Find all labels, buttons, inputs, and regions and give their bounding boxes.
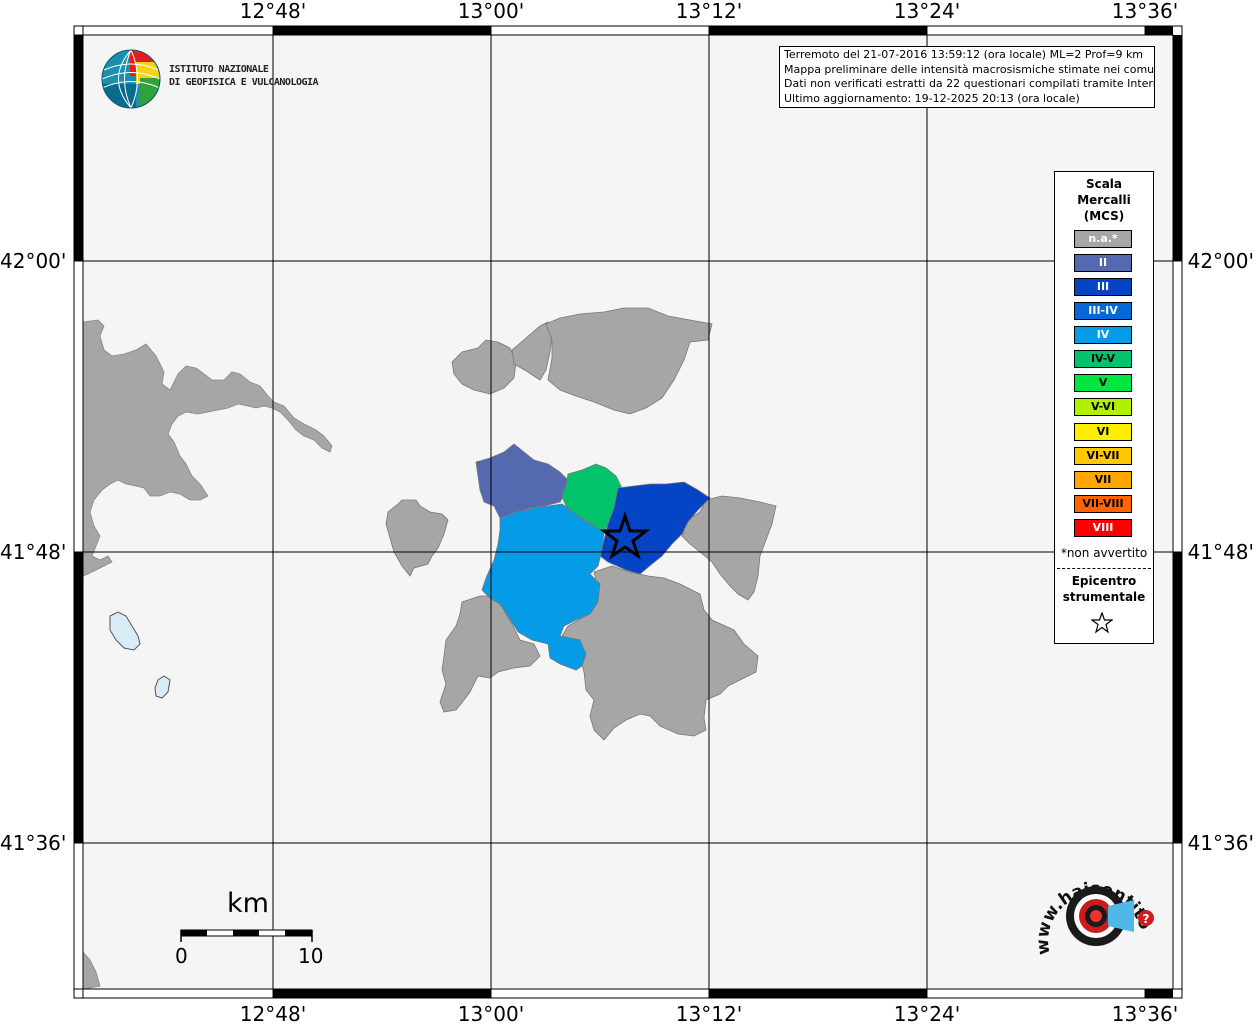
agency-line-2: DI GEOFISICA E VULCANOLOGIA [169,77,319,88]
event-info-line-1: Terremoto del 21-07-2016 13:59:12 (ora l… [784,48,1144,61]
ingv-globe-icon [101,49,161,109]
lon-tick-top-2: 13°00' [457,0,525,23]
lon-tick-bottom-2: 13°00' [457,1002,525,1026]
legend-item-VII-VIII: VII-VIII [1074,495,1132,513]
lon-tick-top-4: 13°24' [893,0,961,23]
legend-item-III: III [1074,278,1132,296]
scale-max-label: 10 [298,944,324,968]
lon-tick-top-3: 13°12' [675,0,743,23]
legend-item-VI-VII: VI-VII [1074,447,1132,465]
star-icon [1091,612,1113,634]
legend-item-VIII: VIII [1074,519,1132,537]
legend-item-III-IV: III-IV [1074,302,1132,320]
scale-unit-label: km [227,888,269,919]
intensity-legend: Scala Mercalli (MCS) n.a.* II III III-IV… [1054,171,1154,644]
lat-tick-right-1: 42°00' [1187,249,1254,273]
haisentito-logo-icon: www.haisentitoilterremoto.it ? [1036,858,1155,956]
legend-item-VI: VI [1074,423,1132,441]
legend-title-line-1: Scala [1085,177,1123,191]
legend-item-II: II [1074,254,1132,272]
lat-tick-left-2: 41°48' [0,540,67,564]
lon-tick-bottom-4: 13°24' [893,1002,961,1026]
event-info-line-3: Dati non verificati estratti da 22 quest… [784,77,1155,90]
lon-tick-bottom-1: 12°48' [239,1002,307,1026]
legend-item-na: n.a.* [1074,230,1132,248]
lat-tick-right-2: 41°48' [1187,540,1254,564]
legend-epicenter-line-1: Epicentro [1071,574,1137,588]
legend-epicenter-label: Epicentro strumentale [1055,573,1153,605]
legend-epicenter-line-2: strumentale [1062,590,1146,604]
event-info-line-4: Ultimo aggiornamento: 19-12-2025 20:13 (… [784,91,1080,105]
agency-line-1: ISTITUTO NAZIONALE [169,64,269,75]
legend-item-V: V [1074,374,1132,392]
legend-item-V-VI: V-VI [1074,398,1132,416]
lon-tick-bottom-3: 13°12' [675,1002,743,1026]
logo-question-mark: ? [1143,912,1150,926]
lon-tick-top-1: 12°48' [239,0,307,23]
lat-tick-left-1: 42°00' [0,249,67,273]
legend-note: *non avvertito [1060,546,1148,560]
scale-min-label: 0 [175,944,188,968]
agency-name: ISTITUTO NAZIONALE DI GEOFISICA E VULCAN… [169,63,319,89]
lon-tick-bottom-5: 13°36' [1111,1002,1179,1026]
legend-divider [1057,568,1151,569]
event-info-box: Terremoto del 21-07-2016 13:59:12 (ora l… [779,46,1155,108]
legend-title: Scala Mercalli (MCS) [1055,176,1153,224]
event-info-line-2: Mappa preliminare delle intensità macros… [784,62,1155,76]
lat-tick-right-3: 41°36' [1187,831,1254,855]
lat-tick-left-3: 41°36' [0,831,67,855]
legend-item-VII: VII [1074,471,1132,489]
legend-title-line-2: Mercalli [1077,193,1131,207]
legend-item-IV: IV [1074,326,1132,344]
legend-title-line-3: (MCS) [1083,209,1125,223]
lon-tick-top-5: 13°36' [1111,0,1179,23]
legend-item-IV-V: IV-V [1074,350,1132,368]
